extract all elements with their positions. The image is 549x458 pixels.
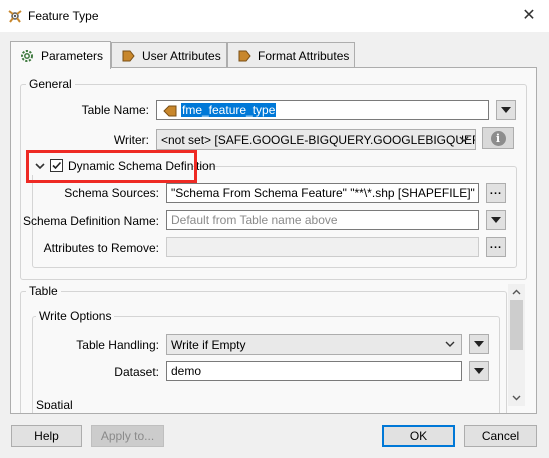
title-bar: Feature Type ✕ bbox=[0, 0, 549, 32]
general-title: General bbox=[26, 77, 75, 91]
arrow-right-icon bbox=[122, 50, 135, 61]
schema-definition-name-placeholder: Default from Table name above bbox=[171, 213, 338, 227]
schema-definition-name-field[interactable]: Default from Table name above bbox=[166, 210, 479, 230]
schema-sources-value: "Schema From Schema Feature" "**\*.shp [… bbox=[171, 186, 475, 200]
schema-definition-name-label: Schema Definition Name: bbox=[22, 214, 159, 228]
fme-app-icon bbox=[8, 10, 22, 23]
close-icon: ✕ bbox=[522, 7, 536, 24]
attributes-to-remove-field bbox=[166, 237, 479, 257]
spatial-section-partial: Spatial bbox=[36, 399, 73, 409]
table-handling-value: Write if Empty bbox=[171, 338, 246, 352]
attributes-to-remove-browse-button[interactable]: ... bbox=[486, 237, 506, 257]
apply-to-button-label: Apply to... bbox=[100, 429, 155, 443]
dataset-menu-button[interactable] bbox=[469, 361, 489, 381]
dropdown-arrow-icon bbox=[491, 217, 501, 223]
scrollbar-thumb[interactable] bbox=[510, 300, 523, 350]
schema-sources-label: Schema Sources: bbox=[64, 186, 159, 200]
scroll-down-icon[interactable] bbox=[512, 393, 521, 402]
write-options-title: Write Options bbox=[36, 309, 115, 323]
table-name-menu-button[interactable] bbox=[496, 100, 516, 120]
close-button[interactable]: ✕ bbox=[509, 0, 549, 30]
apply-to-button: Apply to... bbox=[91, 425, 164, 447]
tab-format-attributes[interactable]: Format Attributes bbox=[227, 42, 355, 68]
gear-icon bbox=[21, 49, 33, 62]
arrow-right-icon bbox=[238, 50, 251, 61]
scroll-up-icon[interactable] bbox=[512, 288, 521, 297]
writer-select[interactable]: <not set> [SAFE.GOOGLE-BIGQUERY.GOOGLEBI… bbox=[156, 129, 476, 150]
attributes-to-remove-label: Attributes to Remove: bbox=[43, 241, 159, 255]
dataset-value: demo bbox=[171, 364, 202, 378]
table-title: Table bbox=[26, 284, 61, 298]
ellipsis-icon: ... bbox=[489, 239, 503, 251]
dropdown-arrow-icon bbox=[474, 368, 484, 374]
tab-parameters[interactable]: Parameters bbox=[10, 41, 111, 69]
writer-label: Writer: bbox=[113, 133, 149, 147]
table-handling-select[interactable]: Write if Empty bbox=[166, 334, 462, 355]
feature-type-icon bbox=[163, 105, 177, 117]
writer-info-button[interactable]: i bbox=[482, 127, 514, 149]
table-handling-label: Table Handling: bbox=[76, 338, 159, 352]
table-name-field[interactable]: fme_feature_type bbox=[156, 100, 489, 120]
tab-user-attributes-label: User Attributes bbox=[142, 48, 221, 63]
highlight-annotation bbox=[26, 150, 197, 183]
spatial-title: Spatial bbox=[36, 399, 73, 409]
dropdown-arrow-icon bbox=[501, 107, 511, 113]
cancel-button-label: Cancel bbox=[481, 429, 520, 443]
chevron-down-icon bbox=[445, 341, 455, 347]
window-title: Feature Type bbox=[28, 9, 99, 23]
dataset-label: Dataset: bbox=[114, 365, 159, 379]
schema-sources-field[interactable]: "Schema From Schema Feature" "**\*.shp [… bbox=[166, 183, 479, 203]
table-handling-menu-button[interactable] bbox=[469, 334, 489, 354]
tab-user-attributes[interactable]: User Attributes bbox=[111, 42, 227, 68]
help-button[interactable]: Help bbox=[11, 425, 82, 447]
dropdown-arrow-icon bbox=[474, 341, 484, 347]
vertical-scrollbar[interactable] bbox=[508, 284, 525, 406]
cancel-button[interactable]: Cancel bbox=[464, 425, 537, 447]
ok-button-label: OK bbox=[409, 429, 428, 443]
dataset-field[interactable]: demo bbox=[166, 361, 462, 381]
help-button-label: Help bbox=[34, 429, 59, 443]
chevron-down-icon bbox=[459, 136, 469, 142]
info-icon: i bbox=[490, 130, 506, 146]
schema-sources-browse-button[interactable]: ... bbox=[486, 183, 506, 203]
writer-value: <not set> [SAFE.GOOGLE-BIGQUERY.GOOGLEBI… bbox=[161, 133, 476, 147]
ellipsis-icon: ... bbox=[489, 185, 503, 197]
parameters-panel: General Table Name: fme_feature_type Wri… bbox=[10, 67, 537, 414]
table-name-label: Table Name: bbox=[81, 103, 149, 117]
tab-parameters-label: Parameters bbox=[41, 48, 104, 63]
table-name-value: fme_feature_type bbox=[181, 103, 277, 117]
ok-button[interactable]: OK bbox=[382, 425, 455, 447]
tab-format-attributes-label: Format Attributes bbox=[258, 48, 350, 63]
schema-definition-name-menu-button[interactable] bbox=[486, 210, 506, 230]
